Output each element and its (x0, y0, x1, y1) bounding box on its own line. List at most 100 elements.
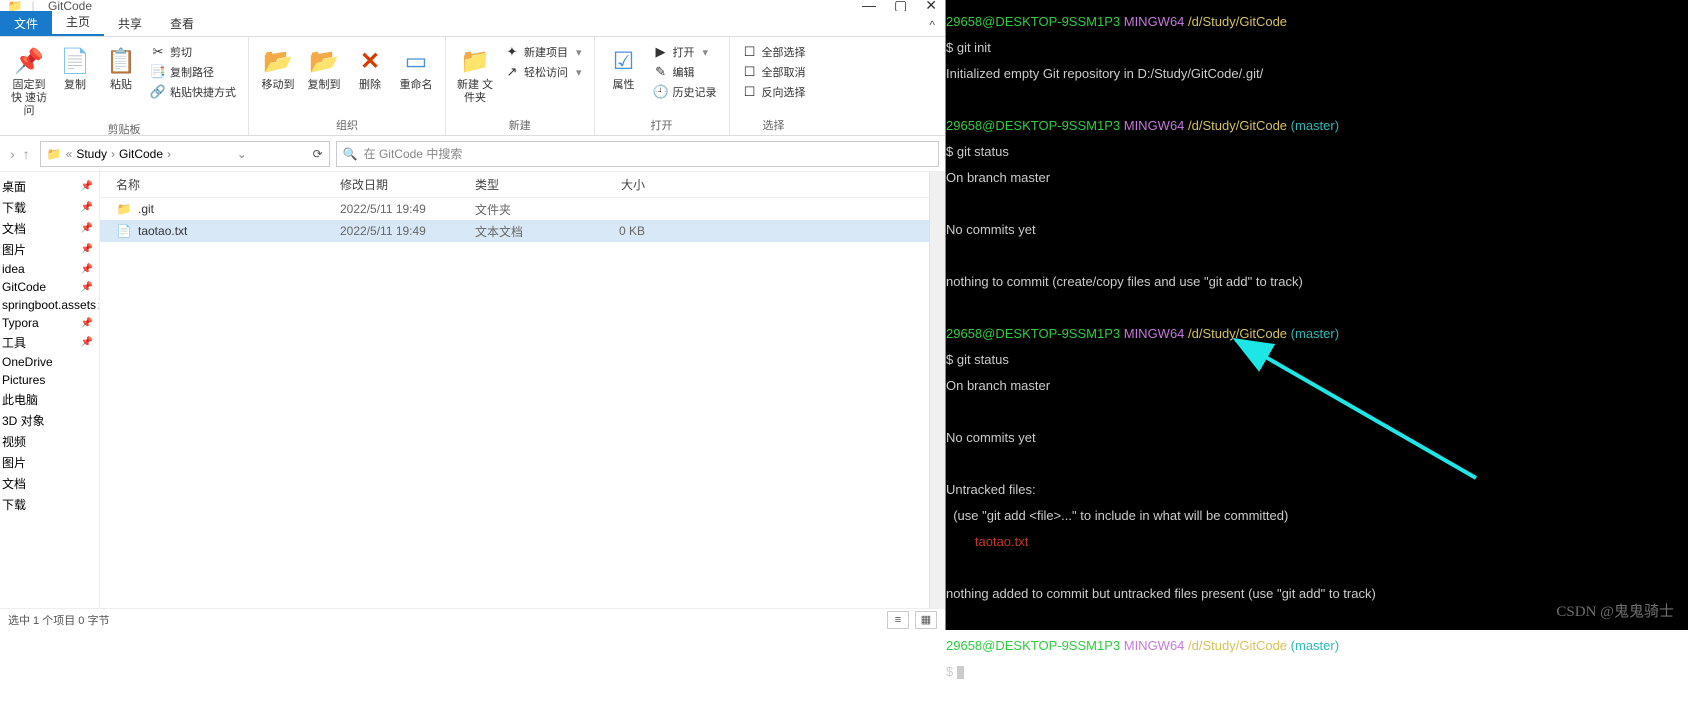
pin-icon: 📌 (13, 45, 45, 77)
move-to-button[interactable]: 📂移动到 (257, 41, 299, 92)
easy-access-icon: ↗ (504, 64, 520, 80)
copy-icon: 📄 (59, 45, 91, 77)
minimize-button[interactable]: — (862, 0, 876, 11)
move-icon: 📂 (262, 45, 294, 77)
pin-icon: 📌 (81, 181, 93, 192)
close-button[interactable]: ✕ (925, 0, 937, 11)
folder-icon: 📁 (116, 201, 132, 217)
nav-item[interactable]: 下载📌 (0, 197, 99, 218)
pin-quick-access-button[interactable]: 📌 固定到快 速访问 (8, 41, 50, 119)
breadcrumb-seg[interactable]: Study (76, 147, 107, 161)
rename-button[interactable]: ▭重命名 (395, 41, 437, 92)
ribbon-group-clipboard: 📌 固定到快 速访问 📄 复制 📋 粘贴 ✂剪切 📑复制路径 🔗粘贴快捷方式 (0, 37, 249, 135)
new-item-icon: ✦ (504, 44, 520, 60)
new-folder-icon: 📁 (459, 45, 491, 77)
nav-item[interactable]: 3D 对象 (0, 410, 99, 431)
tab-view[interactable]: 查看 (156, 11, 208, 36)
nav-item[interactable]: 文档📌 (0, 218, 99, 239)
git-bash-terminal[interactable]: 29658@DESKTOP-9SSM1P3 MINGW64 /d/Study/G… (946, 0, 1688, 630)
copy-button[interactable]: 📄 复制 (54, 41, 96, 92)
copy-to-icon: 📂 (308, 45, 340, 77)
properties-button[interactable]: ☑属性 (603, 41, 645, 92)
col-type[interactable]: 类型 (475, 176, 585, 193)
nav-item[interactable]: 图片 (0, 452, 99, 473)
delete-button[interactable]: ✕删除 (349, 41, 391, 92)
table-row[interactable]: 📁.git2022/5/11 19:49文件夹 (100, 198, 945, 220)
col-size[interactable]: 大小 (585, 176, 655, 193)
new-folder-button[interactable]: 📁新建 文件夹 (454, 41, 496, 105)
maximize-button[interactable]: ▢ (894, 0, 907, 11)
nav-item[interactable]: 此电脑 (0, 389, 99, 410)
watermark: CSDN @鬼鬼骑士 (1556, 605, 1674, 620)
folder-icon: 📁 (8, 0, 22, 11)
paste-shortcut-button[interactable]: 🔗粘贴快捷方式 (146, 83, 240, 101)
search-input[interactable]: 🔍 在 GitCode 中搜索 (336, 141, 939, 167)
column-headers[interactable]: 名称 修改日期 类型 大小 (100, 172, 945, 198)
pin-icon: 📌 (81, 264, 93, 275)
properties-icon: ☑ (608, 45, 640, 77)
tab-share[interactable]: 共享 (104, 11, 156, 36)
shortcut-icon: 🔗 (150, 84, 166, 100)
pin-icon: 📌 (81, 244, 93, 255)
nav-item[interactable]: Typora📌 (0, 314, 99, 332)
pin-icon: 📌 (81, 318, 93, 329)
paste-button[interactable]: 📋 粘贴 (100, 41, 142, 92)
nav-item[interactable]: 下载 (0, 494, 99, 515)
copy-to-button[interactable]: 📂复制到 (303, 41, 345, 92)
refresh-icon[interactable]: ⟳ (313, 147, 323, 161)
invert-selection-button[interactable]: ☐反向选择 (738, 83, 810, 101)
nav-item[interactable]: 桌面📌 (0, 176, 99, 197)
window-titlebar: 📁 | GitCode — ▢ ✕ (0, 0, 945, 11)
breadcrumb-seg[interactable]: GitCode (119, 147, 163, 161)
pin-icon: 📌 (81, 282, 93, 293)
address-bar[interactable]: 📁 « Study › GitCode › ⌄ ⟳ (40, 141, 330, 167)
edit-button[interactable]: ✎编辑 (649, 63, 721, 81)
address-bar-row: › ↑ 📁 « Study › GitCode › ⌄ ⟳ 🔍 在 GitCod… (0, 136, 945, 172)
nav-item[interactable]: Pictures (0, 371, 99, 389)
col-date[interactable]: 修改日期 (340, 176, 475, 193)
ribbon-tabs: 文件 主页 共享 查看 ^ (0, 11, 945, 36)
ribbon-expand-icon[interactable]: ^ (919, 14, 945, 36)
chevron-down-icon[interactable]: ⌄ (233, 147, 251, 161)
file-rows: 📁.git2022/5/11 19:49文件夹📄taotao.txt2022/5… (100, 198, 945, 608)
nav-item[interactable]: 文档 (0, 473, 99, 494)
tab-file[interactable]: 文件 (0, 11, 52, 36)
history-button[interactable]: 🕘历史记录 (649, 83, 721, 101)
ribbon-group-open: ☑属性 ▶打开▾ ✎编辑 🕘历史记录 打开 (595, 37, 730, 135)
table-row[interactable]: 📄taotao.txt2022/5/11 19:49文本文档0 KB (100, 220, 945, 242)
select-none-button[interactable]: ☐全部取消 (738, 63, 810, 81)
ribbon-group-select: ☐全部选择 ☐全部取消 ☐反向选择 选择 (730, 37, 818, 135)
open-button[interactable]: ▶打开▾ (649, 43, 721, 61)
nav-item[interactable]: springboot.assets📌 (0, 296, 99, 314)
scissors-icon: ✂ (150, 44, 166, 60)
details-view-button[interactable]: ≡ (887, 611, 909, 629)
nav-item[interactable]: GitCode📌 (0, 278, 99, 296)
up-icon[interactable]: ↑ (23, 146, 30, 162)
pin-icon: 📌 (81, 337, 93, 348)
select-none-icon: ☐ (742, 64, 758, 80)
cut-button[interactable]: ✂剪切 (146, 43, 240, 61)
icons-view-button[interactable]: ▦ (915, 611, 937, 629)
new-item-button[interactable]: ✦新建项目▾ (500, 43, 586, 61)
nav-item[interactable]: 视频 (0, 431, 99, 452)
chevron-right-icon[interactable]: › (10, 146, 15, 162)
nav-item[interactable]: 图片📌 (0, 239, 99, 260)
ribbon-group-organize: 📂移动到 📂复制到 ✕删除 ▭重命名 组织 (249, 37, 446, 135)
tab-home[interactable]: 主页 (52, 9, 104, 36)
col-name[interactable]: 名称 (100, 176, 340, 193)
rename-icon: ▭ (400, 45, 432, 77)
nav-item[interactable]: OneDrive (0, 353, 99, 371)
navigation-pane[interactable]: 桌面📌下载📌文档📌图片📌idea📌GitCode📌springboot.asse… (0, 172, 100, 608)
chevron-icon: › (167, 147, 171, 161)
nav-item[interactable]: 工具📌 (0, 332, 99, 353)
easy-access-button[interactable]: ↗轻松访问▾ (500, 63, 586, 81)
select-all-button[interactable]: ☐全部选择 (738, 43, 810, 61)
chevron-down-icon: ▾ (576, 46, 582, 59)
ribbon: 📌 固定到快 速访问 📄 复制 📋 粘贴 ✂剪切 📑复制路径 🔗粘贴快捷方式 (0, 36, 945, 136)
paste-icon: 📋 (105, 45, 137, 77)
pin-icon: 📌 (81, 223, 93, 234)
scrollbar[interactable] (929, 172, 945, 608)
nav-item[interactable]: idea📌 (0, 260, 99, 278)
chevron-icon: « (66, 147, 73, 161)
copy-path-button[interactable]: 📑复制路径 (146, 63, 240, 81)
